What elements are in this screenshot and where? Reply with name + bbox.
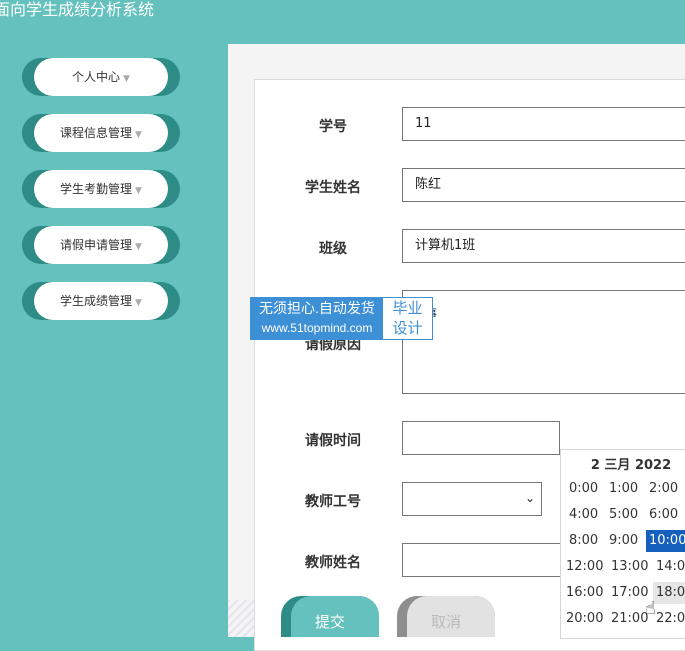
leave-time-field[interactable] — [402, 421, 560, 455]
sidebar-item-personal-center[interactable]: 个人中心 ▼ — [22, 58, 180, 96]
caret-down-icon: ▼ — [135, 130, 142, 140]
hand-cursor-icon: ☝ — [645, 598, 656, 619]
teacher-id-label: 教师工号 — [305, 494, 361, 510]
watermark-tag: 设计 — [392, 319, 423, 337]
time-slot[interactable]: 20:00 — [566, 608, 603, 630]
time-slot[interactable]: 12:00 — [566, 556, 603, 578]
chevron-down-icon: ⌄ — [524, 491, 535, 505]
cancel-button-label: 取消 — [430, 613, 461, 631]
time-slot[interactable]: 8:00 — [569, 530, 598, 552]
student-id-field[interactable]: 11 — [402, 107, 685, 141]
caret-down-icon: ▼ — [135, 298, 142, 308]
student-name-field[interactable]: 陈红 — [402, 168, 685, 202]
caret-down-icon: ▼ — [123, 74, 130, 84]
time-slot[interactable]: 5:00 — [609, 504, 638, 526]
sidebar-item-label: 课程信息管理 — [60, 126, 133, 140]
sidebar-item-label: 个人中心 — [72, 70, 121, 84]
caret-down-icon: ▼ — [135, 186, 142, 196]
class-field[interactable]: 计算机1班 — [402, 229, 685, 263]
sidebar-item-leave-request[interactable]: 请假申请管理 ▼ — [22, 226, 180, 264]
caret-down-icon: ▼ — [135, 242, 142, 252]
watermark-url: www.51topmind.com — [261, 321, 373, 335]
sidebar-item-grades[interactable]: 学生成绩管理 ▼ — [22, 282, 180, 320]
time-slot[interactable]: 21:00 — [611, 608, 648, 630]
watermark-slogan: 无须担心.自动发货 — [259, 300, 375, 316]
time-slot[interactable]: 2:00 — [649, 478, 678, 500]
time-slot[interactable]: 17:00 — [611, 582, 648, 604]
sidebar-item-label: 请假申请管理 — [60, 238, 133, 252]
sidebar-item-label: 学生考勤管理 — [60, 182, 133, 196]
watermark-tag: 毕业 — [392, 299, 423, 317]
time-slot[interactable]: 13:00 — [611, 556, 648, 578]
time-slot[interactable]: 0:00 — [569, 478, 598, 500]
time-slot-hovered[interactable]: 18:00 — [653, 582, 685, 604]
teacher-name-label: 教师姓名 — [305, 555, 361, 571]
leave-time-label: 请假时间 — [305, 433, 361, 449]
sidebar-item-course-info[interactable]: 课程信息管理 ▼ — [22, 114, 180, 152]
time-slot[interactable]: 1:00 — [609, 478, 638, 500]
class-label: 班级 — [319, 241, 347, 257]
sidebar-item-label: 学生成绩管理 — [60, 294, 133, 308]
time-slot[interactable]: 16:00 — [566, 582, 603, 604]
time-slot[interactable]: 6:00 — [649, 504, 678, 526]
sidebar: 个人中心 ▼ 课程信息管理 ▼ 学生考勤管理 ▼ 请假申请管理 ▼ 学生成绩管理 ▼ — [0, 44, 228, 637]
picker-date-header: 2 三月 2022 — [590, 458, 672, 473]
time-slot[interactable]: 4:00 — [569, 504, 598, 526]
time-slot[interactable]: 9:00 — [609, 530, 638, 552]
top-header: 面向学生成绩分析系统 — [0, 0, 685, 44]
student-name-label: 学生姓名 — [305, 180, 361, 196]
sidebar-item-attendance[interactable]: 学生考勤管理 ▼ — [22, 170, 180, 208]
time-slot-selected[interactable]: 10:00 — [646, 530, 685, 552]
submit-button[interactable]: 提交 — [281, 596, 379, 637]
reason-textarea[interactable]: 有事 — [402, 290, 685, 394]
datetime-picker: 2 三月 2022 0:00 1:00 2:00 4:00 5:00 6:00 … — [560, 449, 685, 639]
submit-button-label: 提交 — [314, 613, 345, 631]
watermark-banner: 无须担心.自动发货 www.51topmind.com 毕业 设计 — [250, 297, 433, 340]
student-id-label: 学号 — [319, 119, 347, 135]
app-title: 面向学生成绩分析系统 — [0, 0, 155, 19]
time-slot[interactable]: 14:00 — [656, 556, 685, 578]
time-slot[interactable]: 22:00 — [656, 608, 685, 630]
teacher-id-select[interactable]: ⌄ — [402, 482, 542, 516]
cancel-button[interactable]: 取消 — [397, 596, 495, 637]
